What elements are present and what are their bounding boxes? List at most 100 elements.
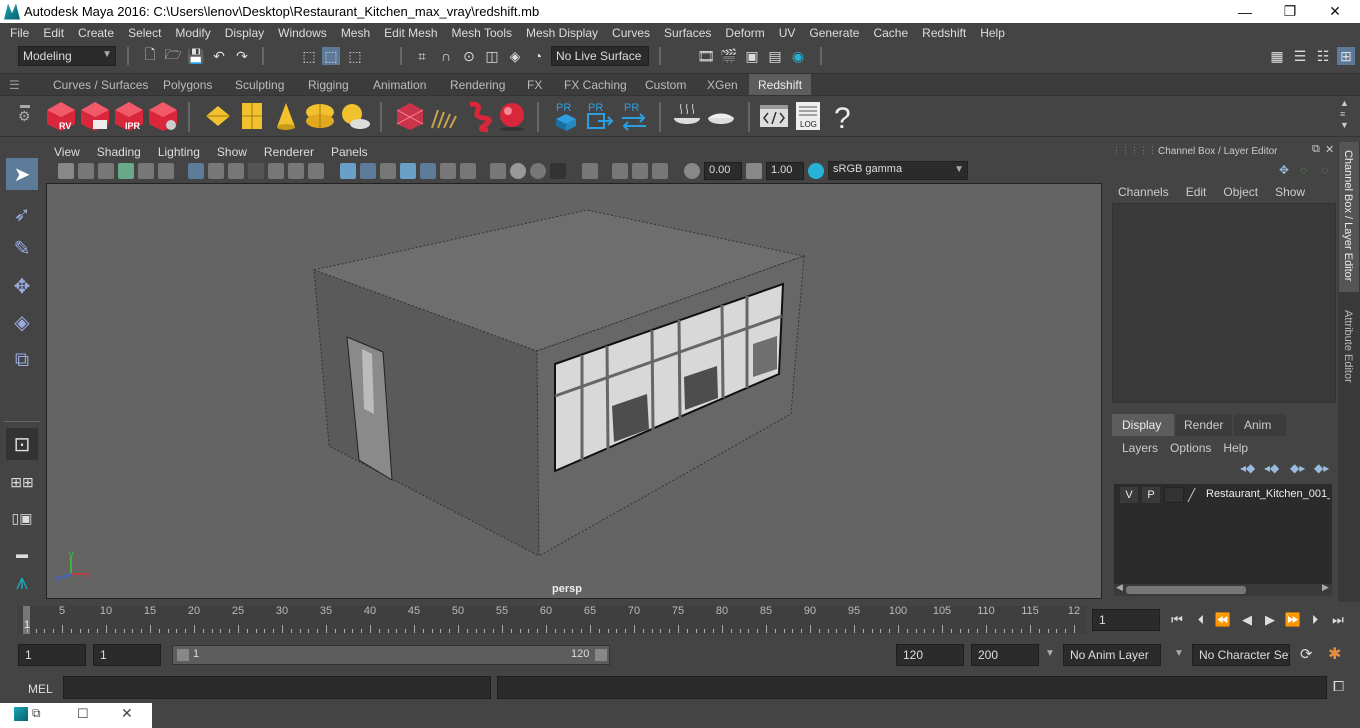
smooth-shade-icon[interactable] — [360, 163, 376, 179]
channel-box-menu-edit[interactable]: Edit — [1186, 185, 1207, 199]
channel-box-menu-channels[interactable]: Channels — [1118, 185, 1169, 199]
redshift-render-settings-icon[interactable] — [147, 100, 179, 132]
tab-redshift[interactable]: Redshift — [749, 74, 812, 96]
close-panel-icon[interactable]: ✕ — [1325, 143, 1334, 156]
snap-grid-icon[interactable]: ⌗ — [413, 47, 431, 65]
snap-surface-icon[interactable]: ◈ — [506, 47, 524, 65]
perspective-viewport[interactable]: y x z persp — [46, 183, 1102, 599]
gamma-icon[interactable] — [746, 163, 762, 179]
redshift-log-icon[interactable]: LOG — [792, 100, 824, 132]
step-back-key-icon[interactable]: ⏪ — [1214, 611, 1232, 629]
menu-mesh-tools[interactable]: Mesh Tools — [445, 26, 519, 40]
redshift-script-icon[interactable] — [758, 100, 790, 132]
play-forwards-icon[interactable]: ▶ — [1261, 611, 1279, 629]
xray-joints-icon[interactable] — [652, 163, 668, 179]
menu-help[interactable]: Help — [973, 26, 1012, 40]
channel-box-menu-object[interactable]: Object — [1223, 185, 1258, 199]
minimize-button[interactable]: — — [1222, 0, 1268, 23]
depth-of-field-icon[interactable] — [550, 163, 566, 179]
camera-attributes-icon[interactable] — [78, 163, 94, 179]
character-set-selector[interactable]: No Character Set — [1192, 644, 1290, 666]
menu-windows[interactable]: Windows — [271, 26, 334, 40]
shelf-scroll-arrows[interactable]: ▲ ≡ ▼ — [1340, 98, 1349, 131]
redshift-dome-light-icon[interactable] — [304, 100, 336, 132]
move-layer-up-icon[interactable]: ◂◆ — [1240, 461, 1255, 475]
select-tool-icon[interactable]: ➤ — [6, 158, 38, 190]
menu-surfaces[interactable]: Surfaces — [657, 26, 718, 40]
gate-mask-icon[interactable] — [248, 163, 264, 179]
scroll-left-icon[interactable]: ◀ — [1116, 582, 1123, 593]
redshift-volume-icon[interactable] — [462, 100, 494, 132]
anti-aliasing-icon[interactable] — [530, 163, 546, 179]
snap-point-icon[interactable]: ⊙ — [460, 47, 478, 65]
camera-select-icon[interactable] — [58, 163, 74, 179]
tab-curves-surfaces[interactable]: Curves / Surfaces — [44, 74, 157, 96]
view-transform-selector[interactable]: sRGB gamma ▼ — [828, 161, 968, 180]
playback-start-field[interactable]: 1 — [93, 644, 161, 666]
select-component-icon[interactable]: ⬚ — [346, 47, 364, 65]
select-hierarchy-icon[interactable]: ⬚ — [300, 47, 318, 65]
tab-sculpting[interactable]: Sculpting — [226, 74, 293, 96]
tab-polygons[interactable]: Polygons — [154, 74, 221, 96]
playback-end-field[interactable]: 120 — [896, 644, 964, 666]
toggle-channel-box-icon[interactable]: ⊞ — [1337, 47, 1355, 65]
tab-rendering[interactable]: Rendering — [441, 74, 514, 96]
exposure-icon[interactable] — [684, 163, 700, 179]
move-tool-icon[interactable]: ✥ — [6, 270, 38, 302]
new-empty-layer-icon[interactable]: ◆▸ — [1290, 461, 1305, 475]
redshift-proxy-icon[interactable] — [394, 100, 426, 132]
float-panel-icon[interactable]: ⧉ — [1312, 143, 1320, 156]
go-to-end-icon[interactable]: ⏭ — [1329, 611, 1347, 629]
snap-view-icon[interactable]: ◫ — [483, 47, 501, 65]
scroll-right-icon[interactable]: ▶ — [1322, 582, 1329, 593]
maximize-button[interactable]: ❐ — [1267, 0, 1313, 23]
layer-menu-options[interactable]: Options — [1170, 441, 1211, 455]
open-scene-icon[interactable]: 🗁 — [164, 46, 182, 65]
menu-curves[interactable]: Curves — [605, 26, 657, 40]
menu-create[interactable]: Create — [71, 26, 121, 40]
redshift-pr-sync-icon[interactable]: PR — [618, 100, 650, 132]
range-slider-start-handle[interactable] — [177, 649, 189, 661]
two-view-layout-icon[interactable]: ▯▣ — [6, 502, 38, 534]
menu-mesh-display[interactable]: Mesh Display — [519, 26, 605, 40]
paint-select-tool-icon[interactable]: ✎ — [6, 232, 38, 264]
viewport-menu-shading[interactable]: Shading — [89, 145, 150, 159]
play-backwards-icon[interactable]: ◀ — [1238, 611, 1256, 629]
redshift-light-icon[interactable] — [202, 100, 234, 132]
wireframe-on-shaded-icon[interactable] — [380, 163, 396, 179]
menu-file[interactable]: File — [0, 26, 36, 40]
two-d-pan-zoom-icon[interactable] — [138, 163, 154, 179]
snap-curve-icon[interactable]: ∩ — [437, 47, 455, 65]
layer-color-swatch[interactable] — [1164, 487, 1184, 503]
four-view-layout-icon[interactable]: ⊞⊞ — [6, 466, 38, 498]
range-slider[interactable]: 1 120 — [172, 645, 610, 665]
isolate-select-icon[interactable] — [582, 163, 598, 179]
tab-custom[interactable]: Custom — [636, 74, 695, 96]
select-object-icon[interactable]: ⬚ — [322, 47, 340, 65]
menu-display[interactable]: Display — [218, 26, 271, 40]
move-layer-down-icon[interactable]: ◂◆ — [1264, 461, 1279, 475]
redshift-spot-light-icon[interactable] — [270, 100, 302, 132]
layer-visibility-toggle[interactable]: V — [1120, 487, 1138, 503]
go-to-start-icon[interactable]: ⏮ — [1168, 611, 1186, 629]
range-slider-end-handle[interactable] — [595, 649, 607, 661]
toggle-attribute-editor-icon[interactable]: ☷ — [1314, 47, 1332, 65]
ambient-occlusion-icon[interactable] — [460, 163, 476, 179]
menu-cache[interactable]: Cache — [866, 26, 915, 40]
viewport-menu-lighting[interactable]: Lighting — [150, 145, 209, 159]
layer-menu-help[interactable]: Help — [1223, 441, 1248, 455]
ipr-render-icon[interactable]: ▣ — [743, 47, 761, 65]
tab-animation[interactable]: Animation — [364, 74, 435, 96]
redshift-render-view-icon[interactable]: RV — [45, 100, 77, 132]
mode-selector[interactable]: Modeling ▼ — [18, 46, 116, 66]
tab-xgen[interactable]: XGen — [698, 74, 747, 96]
render-frame-icon[interactable]: 🎬 — [720, 47, 738, 65]
live-surface-field[interactable]: No Live Surface — [551, 46, 649, 66]
tab-fx-caching[interactable]: FX Caching — [555, 74, 636, 96]
hypershade-icon[interactable]: ◉ — [789, 47, 807, 65]
layer-name[interactable]: Restaurant_Kitchen_001_ — [1206, 488, 1330, 500]
new-scene-icon[interactable]: 🗋 — [141, 46, 159, 65]
bookmark-icon[interactable] — [98, 163, 114, 179]
xray-icon[interactable] — [612, 163, 628, 179]
use-all-lights-icon[interactable] — [420, 163, 436, 179]
